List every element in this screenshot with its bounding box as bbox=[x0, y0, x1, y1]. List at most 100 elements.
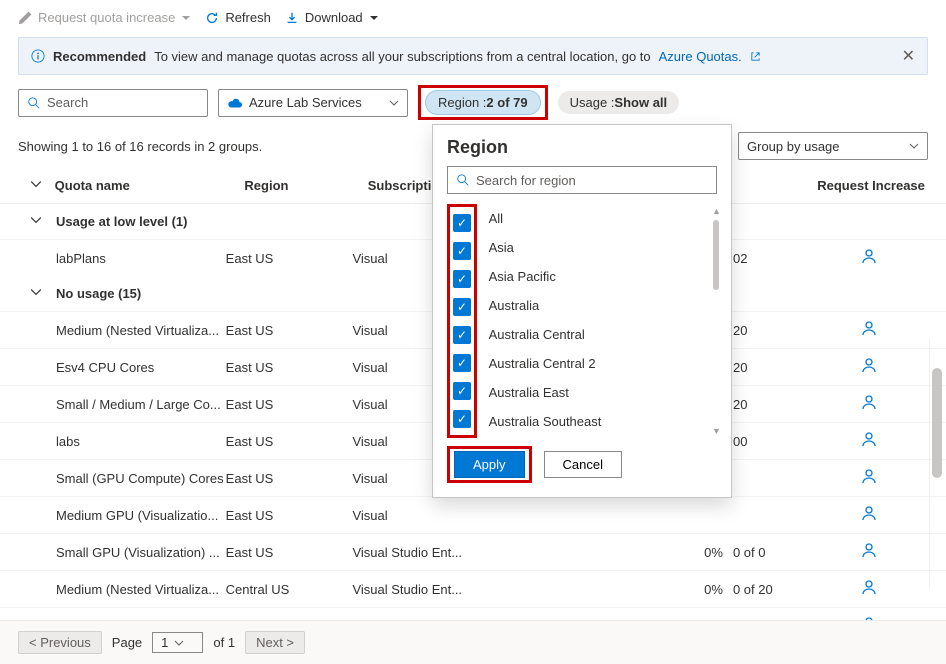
request-increase-button[interactable] bbox=[811, 579, 928, 599]
recommendation-bar: Recommended To view and manage quotas ac… bbox=[18, 37, 928, 75]
col-name[interactable]: Quota name bbox=[55, 178, 245, 193]
region-filter-prefix: Region : bbox=[438, 95, 486, 110]
row-region: East US bbox=[226, 545, 353, 560]
chevron-down-icon bbox=[389, 98, 399, 108]
row-region: East US bbox=[226, 323, 353, 338]
checkbox[interactable]: ✓ bbox=[453, 410, 471, 428]
chevron-down-icon[interactable] bbox=[30, 214, 56, 229]
person-icon bbox=[861, 360, 877, 377]
col-region[interactable]: Region bbox=[244, 178, 367, 193]
download-button[interactable]: Download bbox=[285, 10, 379, 25]
row-region: East US bbox=[226, 251, 353, 266]
checkbox[interactable]: ✓ bbox=[453, 270, 471, 288]
page-select[interactable]: 1 bbox=[152, 632, 203, 653]
region-option[interactable]: Australia Central bbox=[487, 320, 604, 349]
request-increase-button[interactable] bbox=[811, 505, 928, 525]
next-page-button[interactable]: Next > bbox=[245, 631, 305, 654]
row-usage: 0 of 0 bbox=[733, 545, 811, 560]
region-search-input[interactable]: Search for region bbox=[447, 166, 717, 194]
row-subscription: Visual bbox=[352, 508, 537, 523]
highlight-checkbox-column: ✓ ✓ ✓ ✓ ✓ ✓ ✓ ✓ bbox=[447, 204, 477, 438]
region-option[interactable]: Australia Central 2 bbox=[487, 349, 604, 378]
quota-name: labPlans bbox=[56, 251, 226, 266]
apply-button[interactable]: Apply bbox=[454, 451, 525, 478]
request-increase-button[interactable] bbox=[811, 320, 928, 340]
request-increase-button[interactable] bbox=[811, 468, 928, 488]
quota-name: Small GPU (Visualization) ... bbox=[56, 545, 226, 560]
region-filter-pill[interactable]: Region : 2 of 79 bbox=[425, 90, 541, 115]
table-row[interactable]: Small GPU (Visualization) ...East USVisu… bbox=[0, 533, 946, 570]
person-icon bbox=[861, 508, 877, 525]
row-usage: 00 bbox=[733, 434, 811, 449]
row-usage: 20 bbox=[733, 323, 811, 338]
group-header: No usage (15) bbox=[56, 286, 141, 301]
search-icon bbox=[456, 173, 470, 187]
person-icon bbox=[861, 471, 877, 488]
page-label: Page bbox=[112, 635, 142, 650]
quota-name: labs bbox=[56, 434, 226, 449]
group-header: Usage at low level (1) bbox=[56, 214, 188, 229]
request-increase-button[interactable] bbox=[811, 248, 928, 268]
row-region: Central US bbox=[226, 582, 353, 597]
azure-quotas-link[interactable]: Azure Quotas. bbox=[659, 49, 742, 64]
checkbox[interactable]: ✓ bbox=[453, 298, 471, 316]
region-search-placeholder: Search for region bbox=[476, 173, 576, 188]
search-input[interactable]: Search bbox=[18, 89, 208, 117]
request-increase-button[interactable] bbox=[811, 542, 928, 562]
person-icon bbox=[861, 251, 877, 268]
checkbox[interactable]: ✓ bbox=[453, 326, 471, 344]
row-subscription: Visual Studio Ent... bbox=[352, 582, 537, 597]
prev-page-button[interactable]: < Previous bbox=[18, 631, 102, 654]
external-link-icon bbox=[750, 51, 761, 62]
request-increase-button[interactable] bbox=[811, 394, 928, 414]
download-icon bbox=[285, 11, 299, 25]
checkbox[interactable]: ✓ bbox=[453, 382, 471, 400]
row-region: East US bbox=[226, 508, 353, 523]
search-icon bbox=[27, 96, 41, 110]
row-usage: 20 bbox=[733, 360, 811, 375]
page-of: of 1 bbox=[213, 635, 235, 650]
region-option[interactable]: Asia bbox=[487, 233, 604, 262]
refresh-button[interactable]: Refresh bbox=[205, 10, 271, 25]
pagination-bar: < Previous Page 1 of 1 Next > bbox=[0, 620, 946, 664]
row-subscription: Visual Studio Ent... bbox=[352, 545, 537, 560]
groupby-select[interactable]: Group by usage bbox=[738, 132, 928, 160]
person-icon bbox=[861, 582, 877, 599]
info-icon bbox=[31, 49, 45, 63]
quota-name: Esv4 CPU Cores bbox=[56, 360, 226, 375]
table-row[interactable]: Medium GPU (Visualizatio...East USVisual bbox=[0, 496, 946, 533]
row-percent: 0% bbox=[674, 545, 733, 560]
table-row[interactable]: Medium (Nested Virtualiza...Central USVi… bbox=[0, 570, 946, 607]
region-option[interactable]: Australia bbox=[487, 291, 604, 320]
chevron-down-icon bbox=[181, 13, 191, 23]
person-icon bbox=[861, 545, 877, 562]
request-increase-button[interactable] bbox=[811, 357, 928, 377]
search-placeholder: Search bbox=[47, 95, 88, 110]
checkbox[interactable]: ✓ bbox=[453, 214, 471, 232]
region-option[interactable]: All bbox=[487, 204, 604, 233]
region-option[interactable]: Asia Pacific bbox=[487, 262, 604, 291]
recommendation-label: Recommended bbox=[53, 49, 146, 64]
scrollbar[interactable] bbox=[929, 338, 943, 589]
region-option[interactable]: Australia Southeast bbox=[487, 407, 604, 436]
chevron-down-icon bbox=[909, 141, 919, 151]
checkbox[interactable]: ✓ bbox=[453, 242, 471, 260]
request-increase-button[interactable] bbox=[811, 431, 928, 451]
expand-all-icon[interactable] bbox=[30, 178, 55, 193]
download-label: Download bbox=[305, 10, 363, 25]
region-popup: Region Search for region ✓✓✓✓✓✓✓✓ AllAsi… bbox=[432, 124, 732, 498]
row-usage: 02 bbox=[733, 251, 811, 266]
cancel-button[interactable]: Cancel bbox=[544, 451, 622, 478]
usage-filter-pill[interactable]: Usage : Show all bbox=[558, 91, 680, 114]
chevron-down-icon[interactable] bbox=[30, 286, 56, 301]
records-status: Showing 1 to 16 of 16 records in 2 group… bbox=[18, 139, 262, 154]
close-icon[interactable]: ✕ bbox=[902, 46, 915, 66]
usage-value: Show all bbox=[614, 95, 667, 110]
col-request[interactable]: Request Increase bbox=[814, 178, 928, 193]
service-select[interactable]: Azure Lab Services bbox=[218, 89, 408, 117]
row-usage: 0 of 20 bbox=[733, 582, 811, 597]
checkbox[interactable]: ✓ bbox=[453, 354, 471, 372]
region-option[interactable]: Australia East bbox=[487, 378, 604, 407]
popup-scrollbar[interactable]: ▲▼ bbox=[712, 206, 720, 436]
request-quota-button[interactable]: Request quota increase bbox=[18, 10, 191, 25]
